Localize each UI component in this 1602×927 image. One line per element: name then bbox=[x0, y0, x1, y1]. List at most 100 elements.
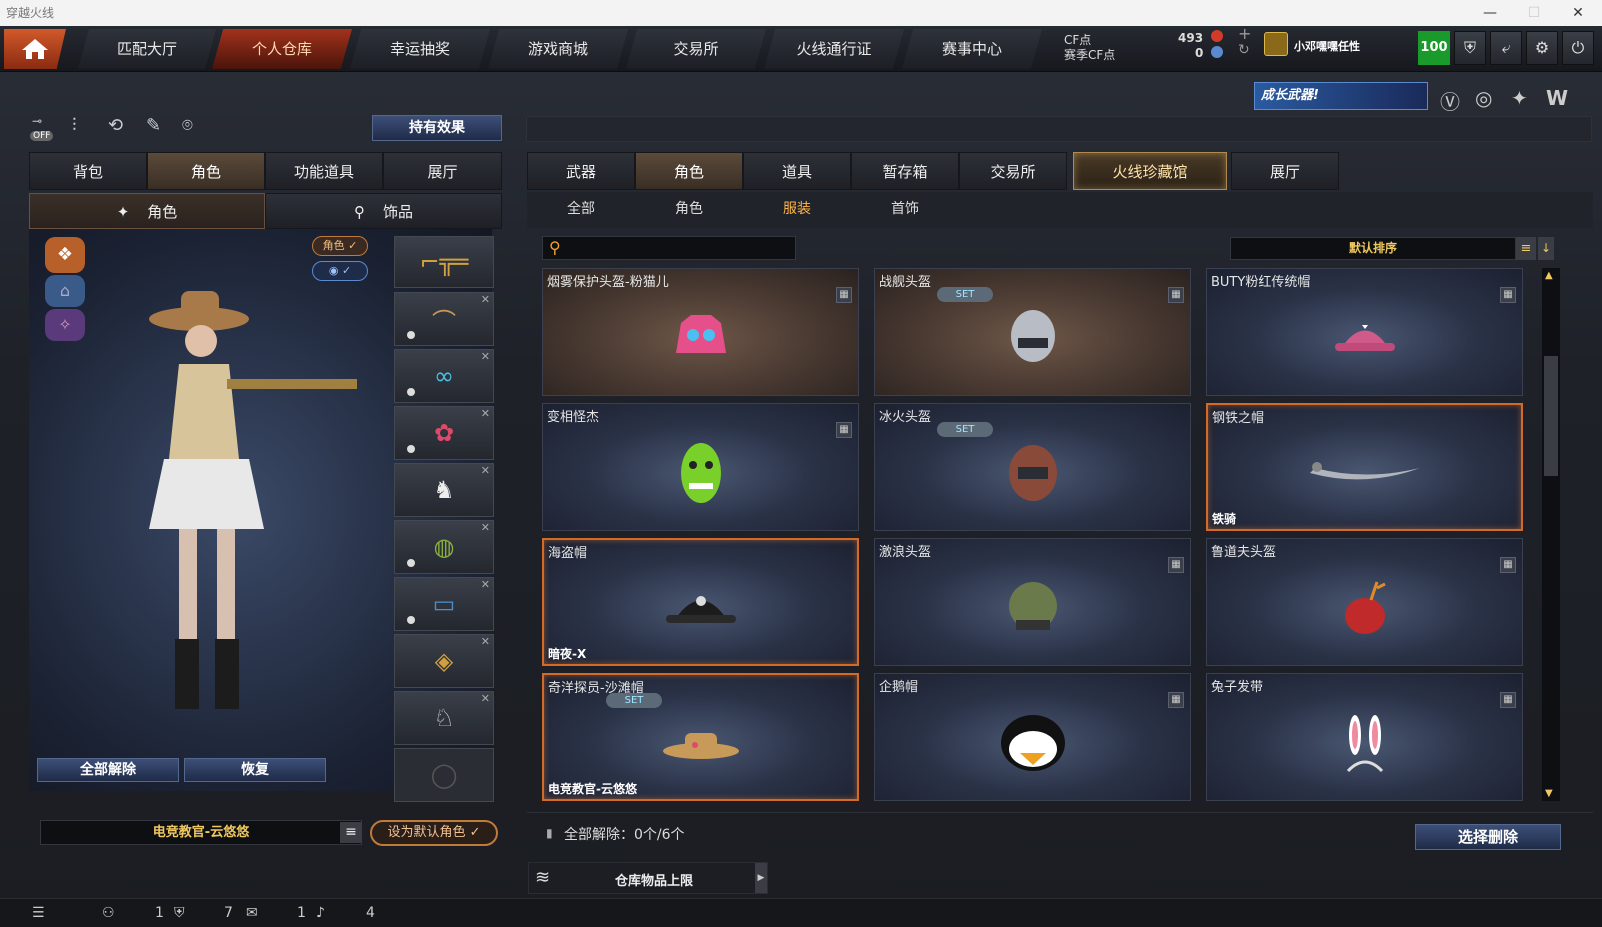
slot-empty[interactable]: ◯ bbox=[394, 748, 494, 802]
item-card-selected[interactable]: 海盗帽 暗夜-X bbox=[542, 538, 859, 666]
subtab-all[interactable]: 全部 bbox=[527, 192, 635, 226]
remove-all-button[interactable]: 全部解除 bbox=[37, 758, 179, 782]
home-button[interactable] bbox=[4, 29, 66, 69]
slot-ring[interactable]: ✕ ◈ bbox=[394, 634, 494, 688]
slot-bracelet[interactable]: ✕ ▭ bbox=[394, 577, 494, 631]
restore-button[interactable]: 恢复 bbox=[184, 758, 326, 782]
maximize-button[interactable]: ☐ bbox=[1512, 0, 1556, 26]
tab-weapons[interactable]: 武器 bbox=[527, 152, 635, 190]
character-name-field[interactable]: 电竞教官-云悠悠 bbox=[40, 820, 362, 845]
tab-character[interactable]: 角色 bbox=[147, 152, 265, 190]
toggle-off-icon[interactable]: ⊸ bbox=[32, 114, 42, 128]
slot-glasses[interactable]: ✕ ∞ bbox=[394, 349, 494, 403]
return-icon[interactable]: ⤶ bbox=[1490, 31, 1522, 65]
item-card[interactable]: 烟雾保护头盔-粉猫儿 ▦ bbox=[542, 268, 859, 396]
nav-match-lobby[interactable]: 匹配大厅 bbox=[78, 29, 216, 69]
item-card-selected[interactable]: 奇洋探员-沙滩帽 SET 电竞教官-云悠悠 bbox=[542, 673, 859, 801]
trash-icon[interactable]: ▦ bbox=[1500, 557, 1516, 573]
clan-shield-icon[interactable]: ⛨ bbox=[174, 905, 185, 921]
emblem-icon[interactable]: ✦ bbox=[1511, 86, 1528, 110]
nav-battle-pass[interactable]: 火线通行证 bbox=[764, 29, 904, 69]
trash-icon[interactable]: ▦ bbox=[1168, 557, 1184, 573]
item-card[interactable]: 鲁道夫头盔 ▦ bbox=[1206, 538, 1523, 666]
tab-function-items[interactable]: 功能道具 bbox=[265, 152, 383, 190]
faction-bird-icon[interactable]: ✧ bbox=[45, 309, 85, 341]
slot-bunny[interactable]: ✕ ♞ bbox=[394, 463, 494, 517]
storage-limit-bar[interactable]: ≋ 仓库物品上限 ▶ bbox=[528, 862, 768, 894]
subtab-clothing[interactable]: 服装 bbox=[743, 192, 851, 226]
slot-flower[interactable]: ✕ ✿ bbox=[394, 406, 494, 460]
tab-trade[interactable]: 交易所 bbox=[959, 152, 1067, 190]
search-input[interactable] bbox=[571, 239, 791, 257]
tab-role[interactable]: 角色 bbox=[635, 152, 743, 190]
expand-arrow-icon[interactable]: ▶ bbox=[755, 863, 767, 893]
trash-icon[interactable]: ▦ bbox=[1500, 692, 1516, 708]
tab-props[interactable]: 道具 bbox=[743, 152, 851, 190]
friends-icon[interactable]: ⚇ bbox=[102, 905, 115, 921]
speaker-icon[interactable]: ♪ bbox=[316, 905, 325, 921]
menu-list-icon[interactable]: ☰ bbox=[32, 905, 45, 921]
trash-icon[interactable]: ▦ bbox=[836, 422, 852, 438]
refresh-icon[interactable]: ↻ bbox=[1238, 42, 1250, 58]
faction-wing-icon[interactable]: ⌂ bbox=[45, 275, 85, 307]
trash-icon[interactable]: ▦ bbox=[836, 287, 852, 303]
item-card[interactable]: 变相怪杰 ▦ bbox=[542, 403, 859, 531]
power-icon[interactable]: ⏻ bbox=[1562, 31, 1594, 65]
nav-exchange[interactable]: 交易所 bbox=[626, 29, 766, 69]
nav-personal-storage[interactable]: 个人仓库 bbox=[212, 29, 352, 69]
nav-lucky-draw[interactable]: 幸运抽奖 bbox=[350, 29, 490, 69]
set-default-character-button[interactable]: 设为默认角色 ✓ bbox=[370, 820, 498, 846]
scroll-up-icon[interactable]: ▲ bbox=[1545, 270, 1553, 281]
nav-game-mall[interactable]: 游戏商城 bbox=[488, 29, 628, 69]
faction-eagle-icon[interactable]: ❖ bbox=[45, 237, 85, 273]
list-menu-icon[interactable]: ≡ bbox=[340, 822, 362, 843]
trash-icon[interactable]: ▦ bbox=[1168, 287, 1184, 303]
brush-icon[interactable]: ✎ bbox=[146, 115, 161, 136]
tab-showroom-right[interactable]: 展厅 bbox=[1231, 152, 1339, 190]
settings-gear-icon[interactable]: ⚙ bbox=[1526, 31, 1558, 65]
badge-v-icon[interactable]: Ⓥ bbox=[1440, 86, 1460, 115]
tab-backpack[interactable]: 背包 bbox=[29, 152, 147, 190]
subtab-role[interactable]: 角色 bbox=[635, 192, 743, 226]
chat-icon[interactable]: ✉ bbox=[246, 905, 258, 921]
hold-effect-button[interactable]: 持有效果 bbox=[372, 115, 502, 141]
scrollbar[interactable]: ▲ ▼ bbox=[1542, 268, 1560, 801]
item-card[interactable]: BUTY粉红传统帽 ▦ bbox=[1206, 268, 1523, 396]
subtab-character[interactable]: ✦ 角色 bbox=[29, 193, 265, 229]
user-name[interactable]: 小邓嘿嘿任性 bbox=[1294, 38, 1360, 54]
role-badge[interactable]: 角色 ✓ bbox=[312, 236, 368, 256]
slot-hat[interactable]: ✕ ⌒ bbox=[394, 292, 494, 346]
close-button[interactable]: ✕ bbox=[1556, 0, 1600, 26]
sort-dropdown[interactable]: 默认排序 bbox=[1230, 237, 1516, 260]
nav-event-center[interactable]: 赛事中心 bbox=[902, 29, 1042, 69]
scrollbar-thumb[interactable] bbox=[1544, 356, 1558, 476]
item-card[interactable]: 企鹅帽 ▦ bbox=[874, 673, 1191, 801]
w-logo-icon[interactable]: W bbox=[1546, 86, 1568, 110]
item-card[interactable]: 兔子发带 ▦ bbox=[1206, 673, 1523, 801]
search-box[interactable]: ⚲ bbox=[542, 236, 796, 260]
sort-menu-icon[interactable]: ≡ bbox=[1516, 237, 1536, 260]
slot-coconut[interactable]: ✕ ◍ bbox=[394, 520, 494, 574]
globe-icon[interactable]: ◎ bbox=[1475, 86, 1492, 110]
tab-temp-box[interactable]: 暂存箱 bbox=[851, 152, 959, 190]
sort-direction-icon[interactable]: ↓ bbox=[1538, 237, 1554, 260]
history-icon[interactable]: ⟲ bbox=[108, 115, 123, 136]
subtab-jewelry[interactable]: 首饰 bbox=[851, 192, 959, 226]
scroll-down-icon[interactable]: ▼ bbox=[1545, 788, 1553, 799]
add-cf-icon[interactable]: + bbox=[1238, 24, 1251, 43]
select-delete-button[interactable]: 选择删除 bbox=[1415, 824, 1561, 850]
tab-collection-hall[interactable]: 火线珍藏馆 bbox=[1073, 152, 1227, 190]
tab-showroom-left[interactable]: 展厅 bbox=[383, 152, 502, 190]
minimize-button[interactable]: — bbox=[1468, 0, 1512, 26]
trash-icon[interactable]: ▦ bbox=[1500, 287, 1516, 303]
item-card[interactable]: 战舰头盔 SET ▦ bbox=[874, 268, 1191, 396]
item-card[interactable]: 冰火头盔 SET bbox=[874, 403, 1191, 531]
growth-weapon-banner[interactable]: 成长武器! bbox=[1254, 82, 1428, 110]
podium-icon[interactable]: ⫶ bbox=[72, 115, 77, 136]
item-card[interactable]: 激浪头盔 ▦ bbox=[874, 538, 1191, 666]
mouse-icon[interactable]: ⌾ bbox=[182, 115, 193, 136]
shield-icon[interactable]: ⛨ bbox=[1454, 31, 1486, 65]
slot-dragon[interactable]: ✕ ♘ bbox=[394, 691, 494, 745]
slot-weapon[interactable]: ⌐╦═ bbox=[394, 236, 494, 288]
item-card-selected[interactable]: 钢铁之帽 铁骑 bbox=[1206, 403, 1523, 531]
